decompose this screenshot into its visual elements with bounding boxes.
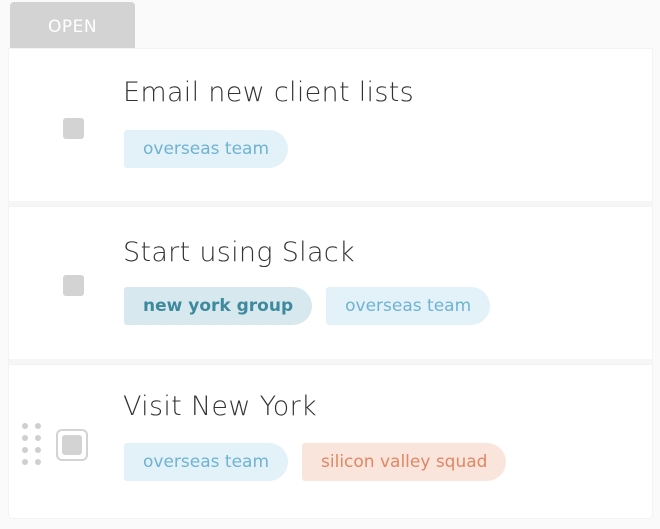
tag-overseas-team[interactable]: overseas team: [124, 130, 289, 168]
tag-overseas-team[interactable]: overseas team: [326, 287, 491, 325]
section-tab-open[interactable]: OPEN: [10, 2, 135, 50]
tag-overseas-team[interactable]: overseas team: [124, 443, 289, 481]
tag-silicon-valley-squad[interactable]: silicon valley squad: [302, 443, 507, 481]
section-label: OPEN: [47, 17, 98, 37]
tag-new-york-group[interactable]: new york group: [124, 287, 313, 325]
task-title[interactable]: Start using Slack: [123, 237, 355, 268]
task-item[interactable]: Email new client lists overseas team: [9, 49, 652, 207]
task-list: Email new client lists overseas team Sta…: [9, 49, 652, 518]
task-item[interactable]: Visit New York overseas team silicon val…: [9, 365, 652, 518]
task-title[interactable]: Email new client lists: [123, 77, 414, 108]
task-tags: new york group overseas team: [124, 287, 491, 325]
task-tags: overseas team silicon valley squad: [124, 443, 507, 481]
task-item[interactable]: Start using Slack new york group oversea…: [9, 207, 652, 365]
task-checkbox[interactable]: [56, 429, 88, 461]
task-checkbox[interactable]: [63, 118, 84, 139]
task-tags: overseas team: [124, 130, 289, 168]
task-checkbox[interactable]: [63, 275, 84, 296]
task-title[interactable]: Visit New York: [123, 391, 317, 422]
drag-handle-icon[interactable]: [22, 423, 44, 467]
